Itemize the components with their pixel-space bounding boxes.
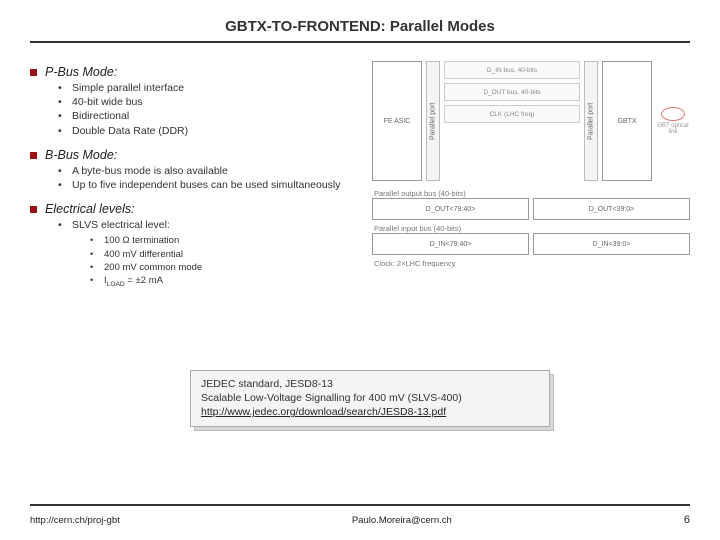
optical-link-label: GBT optical link (656, 123, 690, 135)
callout-box: JEDEC standard, JESD8-13 Scalable Low-Vo… (190, 370, 550, 427)
slide-title: GBTX-TO-FRONTEND: Parallel Modes (30, 18, 690, 35)
diagram-column: FE ASIC Parallel port D_IN bus, 40-bits … (372, 61, 690, 299)
bbus-list: A byte-bus mode is also available Up to … (58, 164, 360, 192)
jedec-callout: JEDEC standard, JESD8-13 Scalable Low-Vo… (190, 370, 550, 427)
diagram-top: FE ASIC Parallel port D_IN bus, 40-bits … (372, 61, 690, 181)
list-item: Simple parallel interface (58, 81, 360, 95)
ellipse-icon (661, 107, 685, 121)
bus-cell: D_IN<79:40> (372, 233, 529, 255)
wires-column: D_IN bus, 40-bits D_OUT bus, 40-bits CLK… (444, 61, 580, 181)
jedec-line2: Scalable Low-Voltage Signalling for 400 … (201, 391, 539, 405)
bbus-heading: B-Bus Mode: (30, 148, 360, 162)
list-item: 200 mV common mode (90, 261, 360, 274)
list-item: 400 mV differential (90, 248, 360, 261)
list-item: Bidirectional (58, 109, 360, 123)
footer-rule (30, 504, 690, 506)
elec-title: Electrical levels: (45, 202, 135, 216)
jedec-line1: JEDEC standard, JESD8-13 (201, 377, 539, 391)
bus-cell: D_OUT<79:40> (372, 198, 529, 220)
list-item: SLVS electrical level: 100 Ω termination… (58, 218, 360, 289)
text-column: P-Bus Mode: Simple parallel interface 40… (30, 61, 360, 299)
out-bus-label: Parallel output bus (40-bits) (374, 189, 690, 198)
jedec-link[interactable]: http://www.jedec.org/download/search/JES… (201, 406, 446, 418)
out-bus-row: D_OUT<79:40> D_OUT<39:0> (372, 198, 690, 220)
list-item: ILOAD = ±2 mA (90, 274, 360, 289)
footer-left-link[interactable]: http://cern.ch/proj-gbt (30, 515, 120, 526)
right-port-label: Parallel port (584, 61, 598, 181)
content-area: P-Bus Mode: Simple parallel interface 40… (30, 61, 690, 299)
elec-heading: Electrical levels: (30, 202, 360, 216)
elec-sublist: 100 Ω termination 400 mV differential 20… (90, 234, 360, 289)
diagram-bottom: Parallel output bus (40-bits) D_OUT<79:4… (372, 189, 690, 268)
gbtx-block: GBTX (602, 61, 652, 181)
clock-label: Clock: 2×LHC frequency (374, 259, 690, 268)
list-item: 100 Ω termination (90, 234, 360, 247)
footer: http://cern.ch/proj-gbt Paulo.Moreira@ce… (30, 514, 690, 526)
in-bus-label: Parallel input bus (40-bits) (374, 224, 690, 233)
list-item: A byte-bus mode is also available (58, 164, 360, 178)
footer-center: Paulo.Moreira@cern.ch (352, 515, 452, 526)
title-rule (30, 41, 690, 43)
elec-item-label: SLVS electrical level: (72, 219, 170, 231)
bbus-title: B-Bus Mode: (45, 148, 117, 162)
pbus-title: P-Bus Mode: (45, 65, 117, 79)
pbus-heading: P-Bus Mode: (30, 65, 360, 79)
list-item: Up to five independent buses can be used… (58, 178, 360, 192)
bullet-square-icon (30, 152, 37, 159)
in-bus-row: D_IN<79:40> D_IN<39:0> (372, 233, 690, 255)
left-port-label: Parallel port (426, 61, 440, 181)
bullet-square-icon (30, 69, 37, 76)
wire: D_IN bus, 40-bits (444, 61, 580, 79)
list-item: Double Data Rate (DDR) (58, 124, 360, 138)
bus-cell: D_IN<39:0> (533, 233, 690, 255)
wire: D_OUT bus, 40-bits (444, 83, 580, 101)
page-number: 6 (684, 514, 690, 526)
bus-cell: D_OUT<39:0> (533, 198, 690, 220)
elec-list: SLVS electrical level: 100 Ω termination… (58, 218, 360, 289)
bullet-square-icon (30, 206, 37, 213)
wire: CLK (LHC freq) (444, 105, 580, 123)
optical-link: GBT optical link (656, 61, 690, 181)
pbus-list: Simple parallel interface 40-bit wide bu… (58, 81, 360, 138)
list-item: 40-bit wide bus (58, 95, 360, 109)
fe-asic-block: FE ASIC (372, 61, 422, 181)
